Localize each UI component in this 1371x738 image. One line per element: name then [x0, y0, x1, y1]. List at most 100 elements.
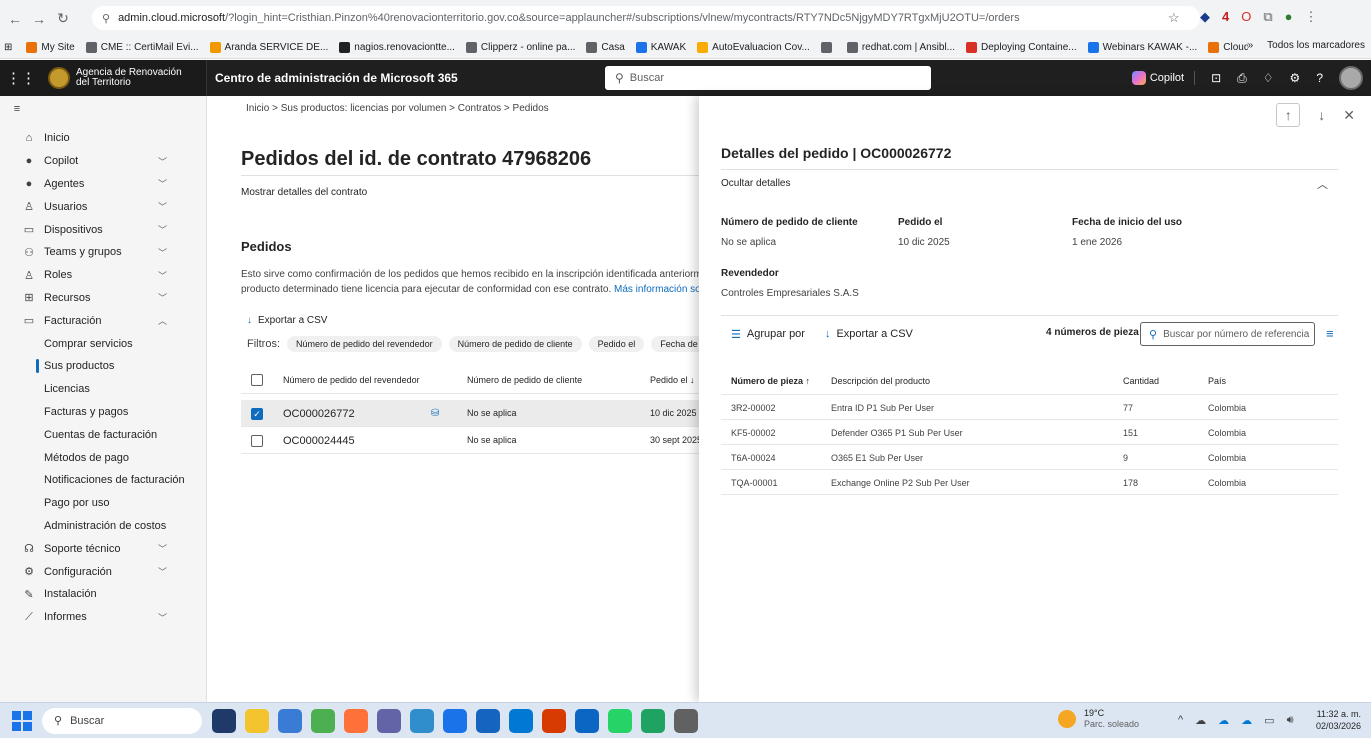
all-bookmarks-folder[interactable]: Todos los marcadores: [1267, 40, 1365, 51]
sidebar-item-support[interactable]: ☊ Soporte técnico ﹀: [0, 537, 206, 560]
sidebar-subitem[interactable]: Sus productos: [0, 355, 206, 378]
row-checkbox[interactable]: [251, 435, 263, 447]
sidebar-collapse[interactable]: ≡: [0, 96, 206, 122]
taskbar-app-icon[interactable]: [443, 709, 467, 733]
speaker-icon[interactable]: 🔊︎: [1287, 714, 1294, 727]
taskbar-app-icon[interactable]: [608, 709, 632, 733]
gear-icon[interactable]: ⚙: [1290, 71, 1301, 85]
help-icon[interactable]: ?: [1316, 71, 1323, 85]
taskbar-app-icon[interactable]: [311, 709, 335, 733]
export-csv-button[interactable]: ↓ Exportar a CSV: [247, 315, 327, 326]
extension-badge[interactable]: 4: [1222, 9, 1229, 25]
network-icon[interactable]: ▭: [1264, 714, 1274, 727]
more-info-link[interactable]: Más información sob: [614, 284, 699, 295]
bookmark-star-icon[interactable]: ☆: [1168, 10, 1180, 26]
group-by-button[interactable]: ☰ Agrupar por: [731, 328, 805, 341]
bookmark-item[interactable]: Clipperz - online pa...: [465, 42, 575, 53]
bookmark-item[interactable]: Aranda SERVICE DE...: [209, 42, 328, 53]
column-header[interactable]: Pedido el ↓: [650, 375, 695, 385]
taskbar-app-icon[interactable]: [344, 709, 368, 733]
table-row[interactable]: OC000024445 No se aplica 30 sept 2025: [241, 427, 699, 454]
avatar[interactable]: [1339, 66, 1363, 90]
onedrive-icon[interactable]: ☁: [1218, 714, 1229, 727]
bookmarks-more[interactable]: »: [1248, 40, 1254, 51]
sidebar-item-roles[interactable]: ♙ Roles ﹀: [0, 264, 206, 287]
sidebar-subitem[interactable]: Notificaciones de facturación: [0, 469, 206, 492]
onedrive-icon[interactable]: ☁: [1241, 714, 1252, 727]
sidebar-subitem[interactable]: Comprar servicios: [0, 332, 206, 355]
sidebar-subitem[interactable]: Licencias: [0, 378, 206, 401]
clock[interactable]: 11:32 a. m. 02/03/2026: [1316, 708, 1361, 732]
filter-pill[interactable]: Número de pedido del revendedor: [287, 336, 442, 352]
reload-icon[interactable]: ↻: [54, 10, 72, 27]
row-checkbox[interactable]: ✓: [251, 408, 263, 420]
bookmark-item[interactable]: nagios.renovaciontte...: [339, 42, 455, 53]
taskbar-app-icon[interactable]: [278, 709, 302, 733]
taskbar-app-icon[interactable]: [641, 709, 665, 733]
bookmark-item[interactable]: Deploying Containe...: [966, 42, 1077, 53]
column-header[interactable]: Número de pedido del revendedor: [283, 375, 420, 385]
search-input[interactable]: ⚲ Buscar: [605, 66, 931, 90]
bookmark-item[interactable]: CME :: CertiMail Evi...: [85, 42, 199, 53]
taskbar-app-icon[interactable]: [410, 709, 434, 733]
arrow-down-icon[interactable]: ↓: [1318, 107, 1325, 127]
close-icon[interactable]: ✕: [1343, 107, 1355, 127]
sidebar-subitem[interactable]: Administración de costos: [0, 515, 206, 538]
sidebar-item-setup[interactable]: ✎ Instalación: [0, 583, 206, 606]
sidebar-item-reports[interactable]: ⟋ Informes ﹀: [0, 606, 206, 629]
taskbar-app-icon[interactable]: [476, 709, 500, 733]
sidebar-item-teams[interactable]: ⚇ Teams y grupos ﹀: [0, 241, 206, 264]
details-icon[interactable]: ⛁: [431, 408, 439, 419]
taskbar-app-icon[interactable]: [575, 709, 599, 733]
parts-search-input[interactable]: ⚲ Buscar por número de referencia: [1140, 322, 1315, 346]
sidebar-item-home[interactable]: ⌂ Inicio: [0, 127, 206, 150]
app-launcher-icon[interactable]: ⋮⋮: [6, 69, 36, 87]
org-logo[interactable]: Agencia de Renovación del Territorio: [48, 67, 208, 89]
bell-icon[interactable]: ♢: [1263, 71, 1274, 85]
bookmark-item[interactable]: [820, 42, 836, 53]
filter-pill[interactable]: Fecha de inicio: [651, 336, 699, 352]
back-icon[interactable]: ←: [6, 11, 24, 27]
table-row[interactable]: ✓ OC000026772 ⛁ No se aplica 10 dic 2025: [241, 400, 699, 427]
export-csv-button[interactable]: ↓ Exportar a CSV: [825, 328, 913, 340]
site-settings-icon[interactable]: ⚲: [102, 12, 110, 25]
app-title[interactable]: Centro de administración de Microsoft 36…: [215, 71, 458, 85]
filter-pill[interactable]: Pedido el: [588, 336, 645, 352]
taskbar-app-icon[interactable]: [509, 709, 533, 733]
sidebar-item-agents[interactable]: ● Agentes ﹀: [0, 173, 206, 196]
select-all-checkbox[interactable]: [251, 374, 263, 386]
extensions-puzzle-icon[interactable]: ⧉: [1263, 9, 1272, 25]
sidebar-subitem[interactable]: Facturas y pagos: [0, 401, 206, 424]
bookmark-item[interactable]: AutoEvaluacion Cov...: [697, 42, 810, 53]
profile-icon[interactable]: ●: [1285, 9, 1293, 25]
cloud-icon[interactable]: ☁: [1195, 714, 1206, 727]
sidebar-item-settings[interactable]: ⚙ Configuración ﹀: [0, 560, 206, 583]
taskbar-app-icon[interactable]: [212, 709, 236, 733]
breadcrumb[interactable]: Inicio > Sus productos: licencias por vo…: [246, 103, 549, 114]
filter-icon[interactable]: ≡: [1326, 326, 1334, 341]
show-contract-details-button[interactable]: Mostrar detalles del contrato: [241, 187, 367, 198]
sidebar-item-resources[interactable]: ⊞ Recursos ﹀: [0, 287, 206, 310]
column-header[interactable]: Cantidad: [1123, 376, 1159, 386]
extension-icon[interactable]: ◆: [1200, 9, 1210, 25]
sidebar-item-devices[interactable]: ▭ Dispositivos ﹀: [0, 218, 206, 241]
chevron-up-icon[interactable]: ︿: [1317, 176, 1328, 192]
opera-icon[interactable]: O: [1241, 9, 1251, 25]
taskbar-app-icon[interactable]: [245, 709, 269, 733]
bookmark-item[interactable]: redhat.com | Ansibl...: [846, 42, 955, 53]
hamburger-icon[interactable]: ≡: [10, 103, 24, 115]
forward-icon[interactable]: →: [30, 11, 48, 27]
taskbar-search[interactable]: ⚲ Buscar: [42, 707, 202, 734]
sidebar-subitem[interactable]: Pago por uso: [0, 492, 206, 515]
document-icon[interactable]: ⎙: [1237, 71, 1247, 86]
weather-widget[interactable]: 19°C Parc. soleado: [1058, 708, 1139, 730]
bookmark-item[interactable]: Webinars KAWAK -...: [1087, 42, 1197, 53]
sidebar-item-user[interactable]: ♙ Usuarios ﹀: [0, 195, 206, 218]
filter-pill[interactable]: Número de pedido de cliente: [448, 336, 582, 352]
address-bar[interactable]: ⚲ admin.cloud.microsoft/?login_hint=Cris…: [92, 6, 1200, 30]
bookmark-item[interactable]: My Site: [26, 42, 75, 53]
sidebar-item-billing[interactable]: ▭ Facturación ︿: [0, 309, 206, 332]
apps-grid-icon[interactable]: ⊞: [4, 42, 12, 53]
hide-details-button[interactable]: Ocultar detalles: [721, 178, 790, 189]
sidebar-item-copilot[interactable]: ● Copilot ﹀: [0, 150, 206, 173]
